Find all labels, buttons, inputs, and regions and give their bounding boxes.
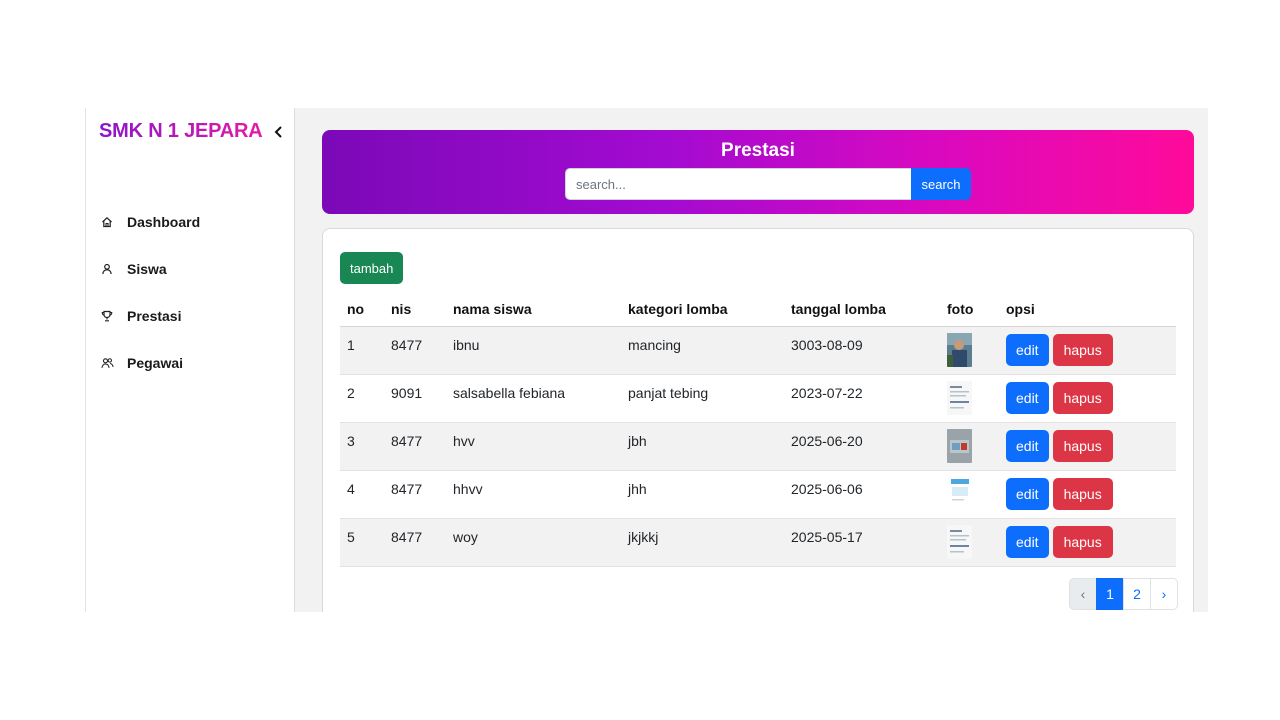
column-header-tanggal: tanggal lomba (784, 292, 940, 327)
student-photo[interactable] (947, 428, 972, 463)
table-row: 5 8477 woy jkjkkj 2025-05-17 edit hapus (340, 518, 1176, 567)
cell-foto (940, 326, 999, 375)
cell-no: 1 (340, 326, 384, 375)
column-header-kategori: kategori lomba (621, 292, 784, 327)
page-header: Prestasi search (322, 130, 1194, 214)
table-row: 2 9091 salsabella febiana panjat tebing … (340, 374, 1176, 423)
cell-opsi: edit hapus (999, 518, 1176, 567)
column-header-opsi: opsi (999, 292, 1176, 327)
cell-no: 3 (340, 422, 384, 471)
cell-nama: woy (446, 518, 621, 567)
chevron-left-icon[interactable] (271, 124, 287, 140)
table-row: 4 8477 hhvv jhh 2025-06-06 edit hapus (340, 470, 1176, 519)
edit-button[interactable]: edit (1006, 525, 1049, 558)
cell-nama: hhvv (446, 470, 621, 519)
cell-tanggal: 2025-06-20 (784, 422, 940, 471)
cell-opsi: edit hapus (999, 470, 1176, 519)
cell-nis: 8477 (384, 470, 446, 519)
brand-title: SMK N 1 JEPARA (99, 120, 263, 142)
cell-foto (940, 374, 999, 423)
add-button[interactable]: tambah (340, 252, 404, 284)
sidebar-item-label: Dashboard (127, 213, 201, 230)
student-photo[interactable] (947, 476, 972, 511)
cell-nama: salsabella febiana (446, 374, 621, 423)
student-photo[interactable] (947, 380, 972, 415)
search-button[interactable]: search (911, 168, 971, 200)
cell-nama: ibnu (446, 326, 621, 375)
sidebar-item-prestasi[interactable]: Prestasi (99, 292, 200, 339)
app-window: SMK N 1 JEPARA Dashboard Siswa Prestasi … (85, 108, 1208, 612)
table-row: 3 8477 hvv jbh 2025-06-20 edit hapus (340, 422, 1176, 471)
column-header-foto: foto (940, 292, 999, 327)
table-header-row: no nis nama siswa kategori lomba tanggal… (340, 292, 1176, 327)
trophy-icon (99, 308, 115, 324)
pagination-next[interactable]: › (1150, 578, 1178, 610)
cell-kategori: jbh (621, 422, 784, 471)
home-icon (99, 214, 115, 230)
pagination-page-1[interactable]: 1 (1096, 578, 1124, 610)
cell-opsi: edit hapus (999, 374, 1176, 423)
sidebar: SMK N 1 JEPARA Dashboard Siswa Prestasi … (85, 108, 295, 612)
brand: SMK N 1 JEPARA (99, 120, 287, 143)
sidebar-item-label: Pegawai (127, 354, 184, 371)
sidebar-item-label: Siswa (127, 260, 167, 277)
student-photo[interactable] (947, 332, 972, 367)
cell-kategori: jkjkkj (621, 518, 784, 567)
edit-button[interactable]: edit (1006, 477, 1049, 510)
delete-button[interactable]: hapus (1052, 381, 1113, 414)
cell-no: 2 (340, 374, 384, 423)
cell-nama: hvv (446, 422, 621, 471)
column-header-nis: nis (384, 292, 446, 327)
sidebar-item-label: Prestasi (127, 307, 182, 324)
cell-no: 5 (340, 518, 384, 567)
column-header-nama: nama siswa (446, 292, 621, 327)
cell-nis: 8477 (384, 422, 446, 471)
delete-button[interactable]: hapus (1052, 477, 1113, 510)
search-input[interactable] (565, 168, 911, 200)
pagination-prev[interactable]: ‹ (1069, 578, 1097, 610)
cell-opsi: edit hapus (999, 326, 1176, 375)
sidebar-item-pegawai[interactable]: Pegawai (99, 339, 200, 386)
search-bar: search (565, 168, 971, 200)
cell-kategori: jhh (621, 470, 784, 519)
cell-no: 4 (340, 470, 384, 519)
cell-tanggal: 2023-07-22 (784, 374, 940, 423)
prestasi-table: no nis nama siswa kategori lomba tanggal… (340, 292, 1176, 567)
edit-button[interactable]: edit (1006, 333, 1049, 366)
cell-nis: 8477 (384, 518, 446, 567)
user-icon (99, 261, 115, 277)
pagination-page-2[interactable]: 2 (1123, 578, 1151, 610)
cell-opsi: edit hapus (999, 422, 1176, 471)
cell-foto (940, 470, 999, 519)
users-icon (99, 355, 115, 371)
edit-button[interactable]: edit (1006, 429, 1049, 462)
cell-foto (940, 518, 999, 567)
table-row: 1 8477 ibnu mancing 3003-08-09 edit hapus (340, 326, 1176, 375)
cell-foto (940, 422, 999, 471)
delete-button[interactable]: hapus (1052, 429, 1113, 462)
cell-tanggal: 3003-08-09 (784, 326, 940, 375)
cell-nis: 8477 (384, 326, 446, 375)
delete-button[interactable]: hapus (1052, 333, 1113, 366)
student-photo[interactable] (947, 524, 972, 559)
delete-button[interactable]: hapus (1052, 525, 1113, 558)
cell-tanggal: 2025-05-17 (784, 518, 940, 567)
sidebar-item-dashboard[interactable]: Dashboard (99, 198, 200, 245)
column-header-no: no (340, 292, 384, 327)
pagination: ‹ 1 2 › (1069, 578, 1178, 610)
cell-nis: 9091 (384, 374, 446, 423)
page-title: Prestasi (721, 140, 795, 161)
data-card: tambah no nis nama siswa kategori lomba … (322, 228, 1194, 612)
cell-kategori: mancing (621, 326, 784, 375)
sidebar-nav: Dashboard Siswa Prestasi Pegawai (99, 198, 200, 386)
cell-tanggal: 2025-06-06 (784, 470, 940, 519)
cell-kategori: panjat tebing (621, 374, 784, 423)
edit-button[interactable]: edit (1006, 381, 1049, 414)
sidebar-item-siswa[interactable]: Siswa (99, 245, 200, 292)
